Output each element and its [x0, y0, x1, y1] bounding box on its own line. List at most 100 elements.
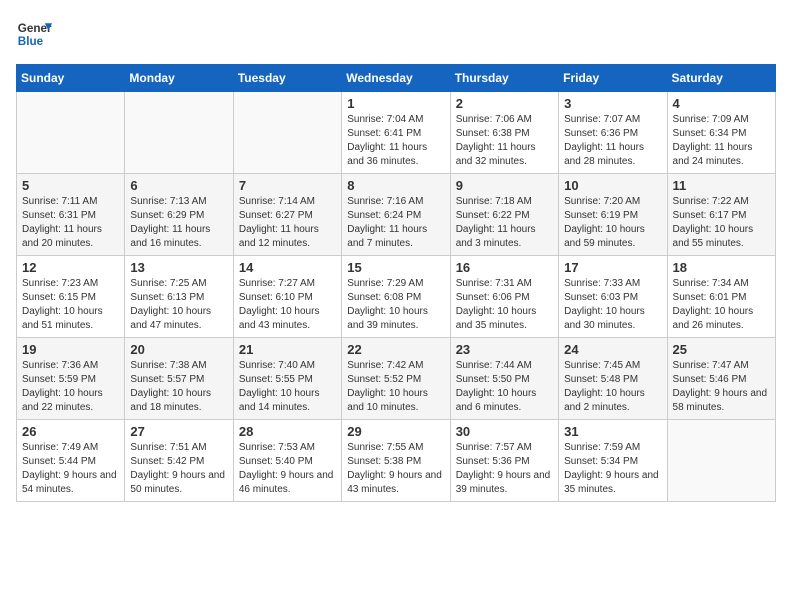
day-number: 9 [456, 178, 553, 193]
calendar-cell: 26Sunrise: 7:49 AM Sunset: 5:44 PM Dayli… [17, 420, 125, 502]
day-info: Sunrise: 7:20 AM Sunset: 6:19 PM Dayligh… [564, 195, 661, 251]
calendar-cell: 5 Sunrise: 7:11 AM Sunset: 6:31 PM Daylig… [17, 174, 125, 256]
day-info: Sunrise: 7:07 AM Sunset: 6:36 PM Dayligh… [564, 113, 661, 169]
day-number: 26 [22, 424, 119, 439]
day-number: 19 [22, 342, 119, 357]
day-header-tuesday: Tuesday [233, 65, 341, 92]
day-info: Sunrise: 7:42 AM Sunset: 5:52 PM Dayligh… [347, 359, 444, 415]
day-info: Sunrise: 7:47 AM Sunset: 5:46 PM Dayligh… [673, 359, 770, 415]
calendar-cell: 31 Sunrise: 7:59 AM Sunset: 5:34 PM Dayli… [559, 420, 667, 502]
day-info: Sunrise: 7:36 AM Sunset: 5:59 PM Dayligh… [22, 359, 119, 415]
day-info: Sunrise: 7:44 AM Sunset: 5:50 PM Dayligh… [456, 359, 553, 415]
day-info: Sunrise: 7:27 AM Sunset: 6:10 PM Dayligh… [239, 277, 336, 333]
calendar-cell [233, 92, 341, 174]
calendar-cell: 6 Sunrise: 7:13 AM Sunset: 6:29 PM Daylig… [125, 174, 233, 256]
calendar-cell: 21 Sunrise: 7:40 AM Sunset: 5:55 PM Dayli… [233, 338, 341, 420]
calendar-cell: 16 Sunrise: 7:31 AM Sunset: 6:06 PM Dayli… [450, 256, 558, 338]
day-number: 29 [347, 424, 444, 439]
day-number: 25 [673, 342, 770, 357]
calendar-cell: 17 Sunrise: 7:33 AM Sunset: 6:03 PM Dayli… [559, 256, 667, 338]
day-number: 21 [239, 342, 336, 357]
day-number: 17 [564, 260, 661, 275]
day-info: Sunrise: 7:23 AM Sunset: 6:15 PM Dayligh… [22, 277, 119, 333]
day-number: 3 [564, 96, 661, 111]
page-header: General Blue [16, 16, 776, 52]
week-row-5: 26Sunrise: 7:49 AM Sunset: 5:44 PM Dayli… [17, 420, 776, 502]
calendar-cell: 8 Sunrise: 7:16 AM Sunset: 6:24 PM Daylig… [342, 174, 450, 256]
day-number: 30 [456, 424, 553, 439]
header-row: SundayMondayTuesdayWednesdayThursdayFrid… [17, 65, 776, 92]
calendar-cell: 23 Sunrise: 7:44 AM Sunset: 5:50 PM Dayli… [450, 338, 558, 420]
day-info: Sunrise: 7:11 AM Sunset: 6:31 PM Dayligh… [22, 195, 119, 251]
calendar-cell: 7Sunrise: 7:14 AM Sunset: 6:27 PM Daylig… [233, 174, 341, 256]
day-number: 18 [673, 260, 770, 275]
day-info: Sunrise: 7:22 AM Sunset: 6:17 PM Dayligh… [673, 195, 770, 251]
calendar-cell: 18 Sunrise: 7:34 AM Sunset: 6:01 PM Dayli… [667, 256, 775, 338]
calendar-cell: 19 Sunrise: 7:36 AM Sunset: 5:59 PM Dayli… [17, 338, 125, 420]
calendar-cell: 11Sunrise: 7:22 AM Sunset: 6:17 PM Dayli… [667, 174, 775, 256]
day-number: 16 [456, 260, 553, 275]
week-row-3: 12 Sunrise: 7:23 AM Sunset: 6:15 PM Dayli… [17, 256, 776, 338]
day-number: 7 [239, 178, 336, 193]
calendar-cell: 12 Sunrise: 7:23 AM Sunset: 6:15 PM Dayli… [17, 256, 125, 338]
svg-text:Blue: Blue [18, 35, 44, 48]
day-number: 4 [673, 96, 770, 111]
day-info: Sunrise: 7:18 AM Sunset: 6:22 PM Dayligh… [456, 195, 553, 251]
day-info: Sunrise: 7:59 AM Sunset: 5:34 PM Dayligh… [564, 441, 661, 497]
calendar-cell [125, 92, 233, 174]
day-number: 10 [564, 178, 661, 193]
calendar-cell: 22 Sunrise: 7:42 AM Sunset: 5:52 PM Dayli… [342, 338, 450, 420]
day-info: Sunrise: 7:09 AM Sunset: 6:34 PM Dayligh… [673, 113, 770, 169]
calendar-cell: 3 Sunrise: 7:07 AM Sunset: 6:36 PM Daylig… [559, 92, 667, 174]
day-number: 20 [130, 342, 227, 357]
day-number: 2 [456, 96, 553, 111]
day-info: Sunrise: 7:25 AM Sunset: 6:13 PM Dayligh… [130, 277, 227, 333]
day-header-friday: Friday [559, 65, 667, 92]
day-number: 31 [564, 424, 661, 439]
calendar-cell: 14 Sunrise: 7:27 AM Sunset: 6:10 PM Dayli… [233, 256, 341, 338]
day-info: Sunrise: 7:31 AM Sunset: 6:06 PM Dayligh… [456, 277, 553, 333]
day-info: Sunrise: 7:06 AM Sunset: 6:38 PM Dayligh… [456, 113, 553, 169]
calendar-cell: 28 Sunrise: 7:53 AM Sunset: 5:40 PM Dayli… [233, 420, 341, 502]
day-info: Sunrise: 7:51 AM Sunset: 5:42 PM Dayligh… [130, 441, 227, 497]
day-header-sunday: Sunday [17, 65, 125, 92]
day-number: 13 [130, 260, 227, 275]
day-number: 22 [347, 342, 444, 357]
day-number: 14 [239, 260, 336, 275]
day-info: Sunrise: 7:55 AM Sunset: 5:38 PM Dayligh… [347, 441, 444, 497]
day-number: 6 [130, 178, 227, 193]
day-info: Sunrise: 7:57 AM Sunset: 5:36 PM Dayligh… [456, 441, 553, 497]
calendar-cell: 27 Sunrise: 7:51 AM Sunset: 5:42 PM Dayli… [125, 420, 233, 502]
calendar-cell [17, 92, 125, 174]
day-number: 15 [347, 260, 444, 275]
day-number: 1 [347, 96, 444, 111]
calendar-cell: 24Sunrise: 7:45 AM Sunset: 5:48 PM Dayli… [559, 338, 667, 420]
calendar-cell: 15Sunrise: 7:29 AM Sunset: 6:08 PM Dayli… [342, 256, 450, 338]
day-info: Sunrise: 7:16 AM Sunset: 6:24 PM Dayligh… [347, 195, 444, 251]
calendar-cell: 25 Sunrise: 7:47 AM Sunset: 5:46 PM Dayli… [667, 338, 775, 420]
day-info: Sunrise: 7:34 AM Sunset: 6:01 PM Dayligh… [673, 277, 770, 333]
logo: General Blue [16, 16, 52, 52]
day-info: Sunrise: 7:38 AM Sunset: 5:57 PM Dayligh… [130, 359, 227, 415]
day-number: 24 [564, 342, 661, 357]
day-header-wednesday: Wednesday [342, 65, 450, 92]
day-info: Sunrise: 7:33 AM Sunset: 6:03 PM Dayligh… [564, 277, 661, 333]
day-info: Sunrise: 7:53 AM Sunset: 5:40 PM Dayligh… [239, 441, 336, 497]
week-row-2: 5 Sunrise: 7:11 AM Sunset: 6:31 PM Daylig… [17, 174, 776, 256]
day-number: 28 [239, 424, 336, 439]
week-row-1: 1 Sunrise: 7:04 AM Sunset: 6:41 PM Daylig… [17, 92, 776, 174]
calendar-cell [667, 420, 775, 502]
calendar-cell: 13 Sunrise: 7:25 AM Sunset: 6:13 PM Dayli… [125, 256, 233, 338]
day-info: Sunrise: 7:13 AM Sunset: 6:29 PM Dayligh… [130, 195, 227, 251]
day-number: 27 [130, 424, 227, 439]
calendar-cell: 2 Sunrise: 7:06 AM Sunset: 6:38 PM Daylig… [450, 92, 558, 174]
day-header-monday: Monday [125, 65, 233, 92]
day-info: Sunrise: 7:40 AM Sunset: 5:55 PM Dayligh… [239, 359, 336, 415]
calendar-table: SundayMondayTuesdayWednesdayThursdayFrid… [16, 64, 776, 502]
day-number: 23 [456, 342, 553, 357]
calendar-cell: 4 Sunrise: 7:09 AM Sunset: 6:34 PM Daylig… [667, 92, 775, 174]
day-number: 5 [22, 178, 119, 193]
day-info: Sunrise: 7:04 AM Sunset: 6:41 PM Dayligh… [347, 113, 444, 169]
day-number: 8 [347, 178, 444, 193]
day-number: 12 [22, 260, 119, 275]
